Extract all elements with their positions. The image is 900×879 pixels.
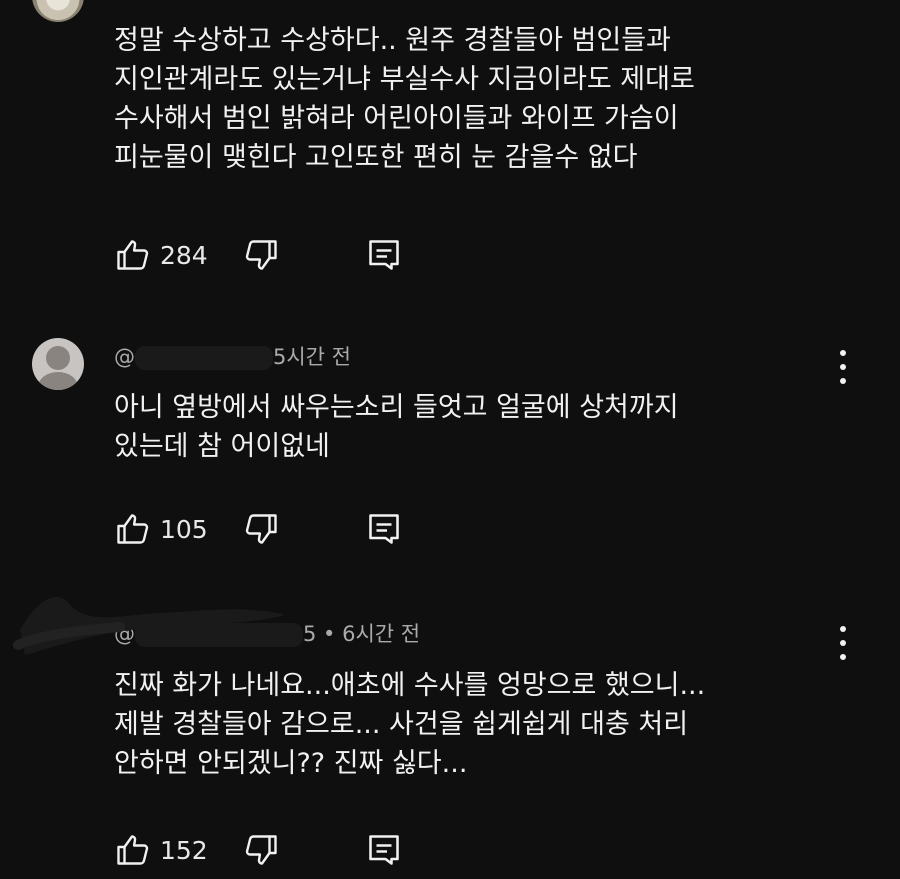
comment-text: 아니 옆방에서 싸우는소리 들엇고 얼굴에 상처까지 있는데 참 어이없네 [114, 392, 679, 462]
thumbs-down-icon[interactable] [244, 511, 280, 547]
author-handle-prefix[interactable]: @ [114, 345, 135, 369]
avatar-head-shape [46, 346, 70, 370]
reply-icon[interactable] [366, 511, 402, 547]
comment-time: 5시간 전 [273, 345, 351, 369]
redacted-author [135, 346, 273, 370]
thumbs-up-icon[interactable] [114, 237, 150, 273]
comment-time: 5 • 6시간 전 [303, 622, 421, 646]
avatar-body-shape [38, 372, 78, 390]
thumbs-up-icon[interactable] [114, 511, 150, 547]
like-count: 284 [160, 240, 208, 270]
avatar[interactable] [32, 0, 84, 22]
like-count: 152 [160, 835, 208, 865]
comment-text: 정말 수상하고 수상하다.. 원주 경찰들아 범인들과 지인관계라도 있는거냐 … [114, 25, 695, 173]
more-vert-icon[interactable] [828, 626, 858, 660]
thumbs-down-icon[interactable] [244, 832, 280, 868]
comment-actions: 105 [114, 509, 402, 549]
more-vert-icon[interactable] [828, 350, 858, 384]
comment-actions: 284 [114, 235, 402, 275]
avatar[interactable] [32, 338, 84, 390]
comment-header: @5시간 전 [114, 341, 351, 371]
redaction-scribble [13, 597, 285, 655]
reply-icon[interactable] [366, 237, 402, 273]
thumbs-up-icon[interactable] [114, 832, 150, 868]
comment-text: 진짜 화가 나네요...애초에 수사를 엉망으로 했으니... 제발 경찰들아 … [114, 670, 706, 779]
comment-actions: 152 [114, 830, 402, 870]
thumbs-down-icon[interactable] [244, 237, 280, 273]
reply-icon[interactable] [366, 832, 402, 868]
like-count: 105 [160, 514, 208, 544]
